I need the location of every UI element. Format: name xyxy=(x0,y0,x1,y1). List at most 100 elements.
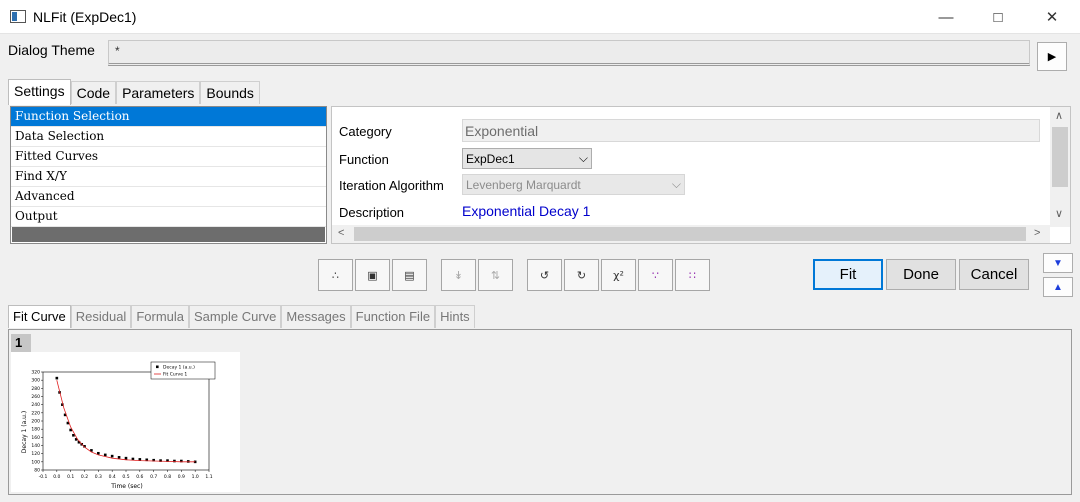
x-tick-label: 0.9 xyxy=(178,474,185,480)
y-tick-label: 240 xyxy=(31,402,40,408)
category-label: Category xyxy=(339,124,392,139)
nav-list-scrollbar[interactable] xyxy=(12,227,325,242)
legend-label-fit: Fit Curve 1 xyxy=(163,372,187,378)
tab-function-file[interactable]: Function File xyxy=(350,305,436,328)
description-value: Exponential Decay 1 xyxy=(462,203,591,219)
x-tick-label: 0.3 xyxy=(95,474,102,480)
panel-horizontal-scrollbar[interactable]: < > xyxy=(332,225,1050,243)
cancel-button[interactable]: Cancel xyxy=(959,259,1029,290)
y-tick-label: 280 xyxy=(31,386,40,392)
iteration-algorithm-value: Levenberg Marquardt xyxy=(466,177,581,192)
vertical-scroll-thumb[interactable] xyxy=(1052,127,1068,187)
plot-frame xyxy=(42,371,210,471)
collapse-down-button[interactable]: ▼ xyxy=(1043,253,1073,273)
y-tick-label: 80 xyxy=(34,468,40,474)
y-tick-label: 180 xyxy=(31,427,40,433)
function-select-value: ExpDec1 xyxy=(466,151,515,166)
triangle-up-icon: ▲ xyxy=(1053,281,1063,293)
x-tick-label: 0.2 xyxy=(81,474,88,480)
tab-hints[interactable]: Hints xyxy=(435,305,475,328)
nav-item-find-xy[interactable]: Find X/Y xyxy=(11,167,326,187)
fit-curve-chart: Decay 1 (a.u.) Time (sec) -0.1 0.0 0.1 0.2 0… xyxy=(21,361,216,490)
reset-button[interactable]: ⇅ xyxy=(478,259,513,291)
save-icon: ▤ xyxy=(404,268,415,282)
x-tick-label: 0.5 xyxy=(122,474,129,480)
fit-until-converged-icon: ↡ xyxy=(453,268,464,282)
chi-square-icon: χ² xyxy=(613,268,624,282)
maximize-icon[interactable]: □ xyxy=(983,6,1013,28)
scroll-up-icon[interactable]: ∧ xyxy=(1055,109,1063,122)
tab-fit-curve[interactable]: Fit Curve xyxy=(8,305,71,328)
tab-code[interactable]: Code xyxy=(70,81,117,104)
y-tick-label: 220 xyxy=(31,410,40,416)
y-tick-label: 160 xyxy=(31,435,40,441)
horizontal-scroll-thumb[interactable] xyxy=(354,227,1026,241)
theme-menu-button[interactable]: ▶ xyxy=(1037,42,1067,71)
tab-residual[interactable]: Residual xyxy=(70,305,132,328)
x-tick-label: 0.4 xyxy=(109,474,116,480)
panel-vertical-scrollbar[interactable]: ∧ ∨ xyxy=(1050,107,1070,227)
chevron-down-icon: ⌵ xyxy=(671,177,681,191)
dialog-theme-label: Dialog Theme xyxy=(8,42,95,58)
scroll-left-icon[interactable]: < xyxy=(338,227,344,239)
fit-curve-preview-panel: 1 Decay 1 (a.u.) Time (sec) -0.1 0.0 0.1 0.… xyxy=(8,329,1072,495)
tab-parameters[interactable]: Parameters xyxy=(116,81,201,104)
fit-until-done-button[interactable]: ∷ xyxy=(675,259,710,291)
nav-item-advanced[interactable]: Advanced xyxy=(11,187,326,207)
scroll-right-icon[interactable]: > xyxy=(1034,227,1040,239)
tab-sample-curve[interactable]: Sample Curve xyxy=(189,305,282,328)
parameter-table-button[interactable]: ▣ xyxy=(355,259,390,291)
fit-init-icon: ∴ xyxy=(332,268,339,282)
graph-layer-number[interactable]: 1 xyxy=(11,334,31,352)
close-icon[interactable]: ✕ xyxy=(1037,6,1067,28)
data-point xyxy=(124,456,128,460)
fit-button[interactable]: Fit xyxy=(813,259,883,290)
y-axis-label: Decay 1 (a.u.) xyxy=(21,411,28,453)
tab-messages[interactable]: Messages xyxy=(281,305,351,328)
redo-icon: ↻ xyxy=(576,268,587,282)
undo-icon: ↺ xyxy=(539,268,550,282)
nav-item-fitted-curves[interactable]: Fitted Curves xyxy=(11,147,326,167)
undo-button[interactable]: ↺ xyxy=(527,259,562,291)
fit-init-button[interactable]: ∴ xyxy=(318,259,353,291)
preview-tab-bar: Fit Curve Residual Formula Sample Curve … xyxy=(8,305,475,328)
y-tick-label: 120 xyxy=(31,451,40,457)
description-label: Description xyxy=(339,205,405,220)
one-iteration-button[interactable]: ∵ xyxy=(638,259,673,291)
x-tick-label: 1.1 xyxy=(205,474,212,480)
tab-formula[interactable]: Formula xyxy=(131,305,190,328)
minimize-icon[interactable]: — xyxy=(931,6,961,28)
reset-icon: ⇅ xyxy=(490,268,501,282)
x-tick-label: 1.0 xyxy=(192,474,199,480)
collapse-up-button[interactable]: ▲ xyxy=(1043,277,1073,297)
done-button[interactable]: Done xyxy=(886,259,956,290)
redo-button[interactable]: ↻ xyxy=(564,259,599,291)
parameter-table-icon: ▣ xyxy=(367,268,378,282)
save-button[interactable]: ▤ xyxy=(392,259,427,291)
fit-until-converged-button[interactable]: ↡ xyxy=(441,259,476,291)
function-select[interactable]: ExpDec1 ⌵ xyxy=(462,148,592,169)
window-title: NLFit (ExpDec1) xyxy=(33,9,137,25)
iteration-algorithm-select: Levenberg Marquardt ⌵ xyxy=(462,174,685,195)
chi-square-button[interactable]: χ² xyxy=(601,259,636,291)
data-point xyxy=(110,454,114,458)
function-label: Function xyxy=(339,152,389,167)
fit-until-done-icon: ∷ xyxy=(689,268,696,282)
tab-bounds[interactable]: Bounds xyxy=(200,81,260,104)
x-tick-label: 0.1 xyxy=(67,474,74,480)
triangle-right-icon: ▶ xyxy=(1047,51,1057,63)
fit-curve-line xyxy=(56,380,196,463)
nav-item-output[interactable]: Output xyxy=(11,207,326,227)
data-point xyxy=(103,453,107,457)
dialog-theme-field[interactable]: * xyxy=(108,40,1030,66)
nav-item-data-selection[interactable]: Data Selection xyxy=(11,127,326,147)
tab-settings[interactable]: Settings xyxy=(8,79,71,105)
scroll-down-icon[interactable]: ∨ xyxy=(1055,207,1063,220)
x-tick-label: 0.8 xyxy=(164,474,171,480)
settings-tab-bar: Settings Code Parameters Bounds xyxy=(8,79,260,105)
triangle-down-icon: ▼ xyxy=(1053,257,1063,269)
y-tick-label: 300 xyxy=(31,378,40,384)
y-tick-label: 260 xyxy=(31,394,40,400)
title-bar: NLFit (ExpDec1) — □ ✕ xyxy=(0,0,1080,34)
nav-item-function-selection[interactable]: Function Selection xyxy=(11,107,326,127)
